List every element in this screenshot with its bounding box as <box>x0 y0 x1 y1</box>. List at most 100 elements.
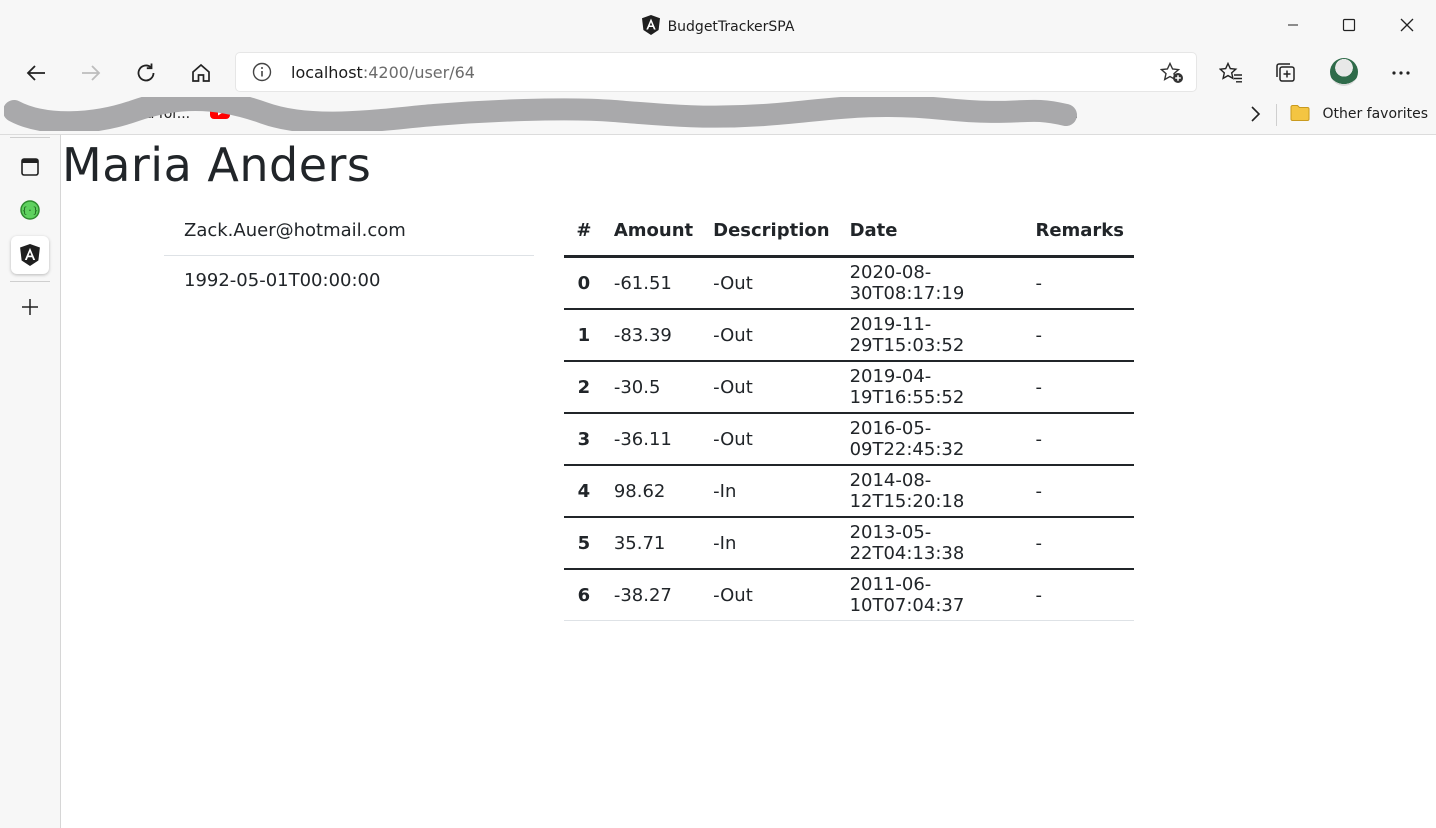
cell-amount: -30.5 <box>603 361 704 414</box>
close-icon <box>1400 18 1414 32</box>
table-row: 5 35.71 -In 2013-05-22T04:13:38- <box>564 517 1134 570</box>
table-row: 6 -38.27 -Out 2011-06-10T07:04:37- <box>564 569 1134 621</box>
table-row: 2 -30.5 -Out 2019-04-19T16:55:52- <box>564 361 1134 414</box>
minimize-button[interactable] <box>1276 10 1310 40</box>
cell-amount: -38.27 <box>603 569 704 621</box>
tab-budgettracker[interactable] <box>11 236 49 274</box>
close-window-button[interactable] <box>1390 10 1424 40</box>
cell-remarks: - <box>1025 361 1134 414</box>
angular-icon <box>641 15 660 39</box>
cell-date: 2013-05-22T04:13:38 <box>839 517 1026 570</box>
table-body: 0 -61.51 -Out 2020-08-30T08:17:19-1 -83.39 -O… <box>564 256 1134 621</box>
cell-amount: -36.11 <box>603 413 704 466</box>
chevron-right-icon[interactable] <box>1249 105 1261 127</box>
more-icon <box>1392 71 1410 75</box>
table-row: 3 -36.11 -Out 2016-05-09T22:45:32- <box>564 413 1134 466</box>
url-text[interactable]: localhost:4200/user/64 <box>291 63 475 82</box>
forward-arrow-icon <box>82 65 101 81</box>
plus-icon <box>22 299 38 315</box>
cell-description: -Out <box>703 569 840 621</box>
svg-text:{·}: {·} <box>22 207 38 217</box>
cell-index: 0 <box>564 256 604 310</box>
user-email: Zack.Auer@hotmail.com <box>164 206 534 256</box>
title-bar: BudgetTrackerSPA <box>0 0 1436 50</box>
info-icon[interactable] <box>252 62 272 86</box>
table-header-row: # Amount Description Date Remarks <box>564 205 1134 258</box>
cell-index: 4 <box>564 465 604 518</box>
folder-icon <box>1290 105 1310 121</box>
column-header-amount: Amount <box>603 205 704 258</box>
transactions-table: # Amount Description Date Remarks 0 -61.5… <box>564 205 1134 621</box>
maximize-icon <box>1342 18 1356 32</box>
collections-button[interactable] <box>1269 56 1303 90</box>
favorites-divider <box>1276 104 1277 126</box>
cell-remarks: - <box>1025 465 1134 518</box>
angular-icon <box>20 244 40 266</box>
url-host: localhost <box>291 63 363 82</box>
maximize-button[interactable] <box>1332 10 1366 40</box>
user-info-list: Zack.Auer@hotmail.com 1992-05-01T00:00:0… <box>164 206 534 306</box>
back-button[interactable] <box>19 56 53 90</box>
favorites-button[interactable] <box>1214 56 1248 90</box>
tab-strip-divider <box>10 137 50 138</box>
cell-index: 5 <box>564 517 604 570</box>
cell-date: 2020-08-30T08:17:19 <box>839 256 1026 310</box>
table-row: 4 98.62 -In 2014-08-12T15:20:18- <box>564 465 1134 518</box>
table-row: 0 -61.51 -Out 2020-08-30T08:17:19- <box>564 256 1134 310</box>
cell-date: 2014-08-12T15:20:18 <box>839 465 1026 518</box>
cell-index: 2 <box>564 361 604 414</box>
cell-date: 2019-11-29T15:03:52 <box>839 309 1026 362</box>
cell-amount: -61.51 <box>603 256 704 310</box>
back-arrow-icon <box>26 65 45 81</box>
cell-description: -Out <box>703 413 840 466</box>
minimize-icon <box>1288 24 1298 26</box>
url-path: :4200/user/64 <box>362 63 475 82</box>
cell-remarks: - <box>1025 413 1134 466</box>
cell-remarks: - <box>1025 309 1134 362</box>
tab-api[interactable]: {·} <box>11 191 49 229</box>
vertical-tab-strip: {·} <box>0 135 61 828</box>
window-title: BudgetTrackerSPA <box>667 19 795 35</box>
cell-index: 1 <box>564 309 604 362</box>
redaction-scribble <box>4 97 1077 131</box>
collections-icon <box>1276 63 1295 82</box>
settings-more-button[interactable] <box>1384 56 1418 90</box>
cell-index: 6 <box>564 569 604 621</box>
cell-remarks: - <box>1025 517 1134 570</box>
forward-button[interactable] <box>74 56 108 90</box>
other-favorites[interactable]: Other favorites <box>1290 104 1428 122</box>
column-header-index: # <box>564 205 604 258</box>
cell-amount: 35.71 <box>603 517 704 570</box>
address-bar[interactable]: localhost:4200/user/64 <box>236 53 1196 91</box>
cell-description: -In <box>703 465 840 518</box>
table-row: 1 -83.39 -Out 2019-11-29T15:03:52- <box>564 309 1134 362</box>
tab-strip-divider <box>10 281 50 282</box>
window-title-area: BudgetTrackerSPA <box>0 15 1436 39</box>
cell-amount: -83.39 <box>603 309 704 362</box>
navigation-bar: localhost:4200/user/64 <box>0 50 1436 96</box>
new-tab-button[interactable] <box>11 288 49 326</box>
other-favorites-label: Other favorites <box>1322 106 1429 122</box>
cell-description: -In <box>703 517 840 570</box>
profile-avatar[interactable] <box>1330 58 1358 86</box>
column-header-description: Description <box>703 205 840 258</box>
home-icon <box>192 63 210 82</box>
cell-description: -Out <box>703 309 840 362</box>
cell-index: 3 <box>564 413 604 466</box>
cell-amount: 98.62 <box>603 465 704 518</box>
api-icon: {·} <box>20 200 40 220</box>
cell-date: 2019-04-19T16:55:52 <box>839 361 1026 414</box>
tab-actions-icon <box>21 158 39 176</box>
refresh-icon <box>137 63 155 82</box>
cell-date: 2011-06-10T07:04:37 <box>839 569 1026 621</box>
cell-description: -Out <box>703 361 840 414</box>
cell-remarks: - <box>1025 256 1134 310</box>
add-favorite-icon[interactable] <box>1159 61 1184 88</box>
cell-remarks: - <box>1025 569 1134 621</box>
home-button[interactable] <box>184 56 218 90</box>
cell-description: -Out <box>703 256 840 310</box>
tab-actions-button[interactable] <box>11 148 49 186</box>
refresh-button[interactable] <box>129 56 163 90</box>
user-date-of-birth: 1992-05-01T00:00:00 <box>184 270 381 291</box>
column-header-remarks: Remarks <box>1025 205 1134 258</box>
